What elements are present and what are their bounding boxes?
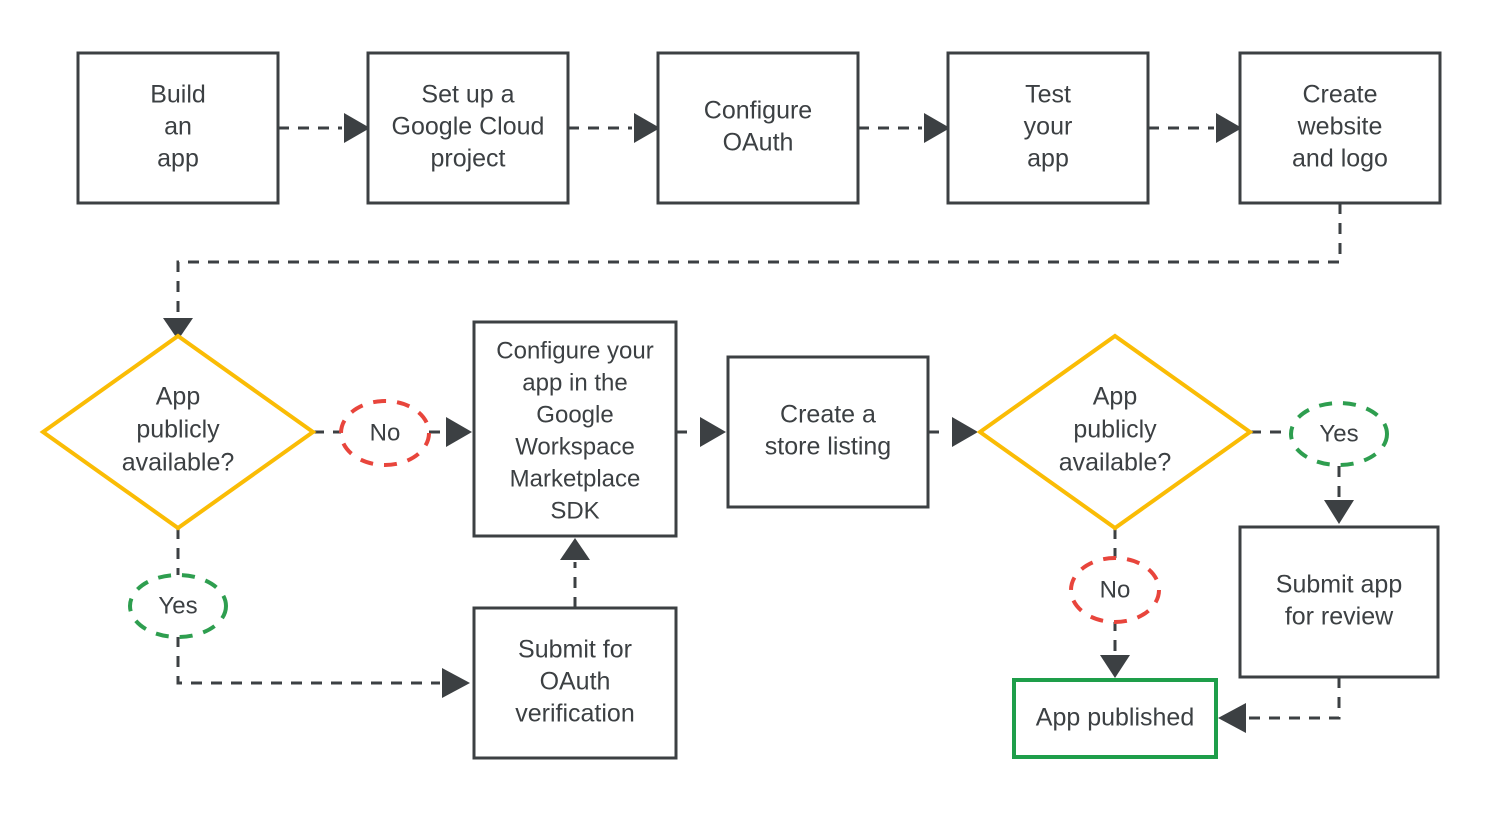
- node-sdk-config-line1: Configure your: [496, 337, 653, 364]
- edge-test-to-website: [1148, 113, 1242, 143]
- node-configure-oauth-line1: Configure: [704, 97, 812, 125]
- node-create-website-line3: and logo: [1292, 145, 1388, 173]
- edge-submit-review-to-published: [1218, 677, 1341, 733]
- node-test-app-line3: app: [1027, 145, 1069, 173]
- branch-label-right-no-text: No: [1100, 576, 1131, 603]
- node-decision-left[interactable]: App publicly available?: [39, 333, 317, 531]
- node-gcp-project-line3: project: [430, 145, 505, 173]
- node-decision-left-line3: available?: [122, 449, 235, 477]
- node-build-app-line2: an: [164, 113, 192, 141]
- node-gcp-project-line2: Google Cloud: [392, 113, 545, 141]
- node-decision-left-line1: App: [156, 383, 200, 411]
- edge-build-to-project: [278, 113, 370, 143]
- node-decision-right-line1: App: [1093, 383, 1137, 411]
- branch-label-left-yes-text: Yes: [158, 592, 197, 619]
- node-build-app-line3: app: [157, 145, 199, 173]
- node-store-listing-line2: store listing: [765, 433, 891, 461]
- edge-oauth-to-test: [858, 113, 950, 143]
- branch-label-left-yes: Yes: [128, 573, 228, 639]
- node-build-app-line1: Build: [150, 81, 206, 109]
- flowchart-canvas: Build an app Set up a Google Cloud proje…: [0, 0, 1494, 814]
- flowchart-svg: Build an app Set up a Google Cloud proje…: [39, 51, 1442, 760]
- node-decision-right[interactable]: App publicly available?: [976, 333, 1254, 531]
- node-oauth-verification-line2: OAuth: [540, 668, 611, 696]
- node-submit-review[interactable]: Submit app for review: [1238, 525, 1440, 679]
- node-decision-right-line3: available?: [1059, 449, 1172, 477]
- node-configure-oauth-line2: OAuth: [723, 129, 794, 157]
- branch-label-left-no: No: [339, 399, 431, 467]
- node-build-app[interactable]: Build an app: [76, 51, 280, 205]
- node-submit-review-line2: for review: [1285, 603, 1394, 631]
- node-store-listing[interactable]: Create a store listing: [726, 355, 930, 509]
- node-oauth-verification[interactable]: Submit for OAuth verification: [472, 606, 678, 760]
- node-sdk-config-line6: SDK: [550, 497, 599, 524]
- node-sdk-config-line3: Google: [536, 401, 613, 428]
- node-sdk-config-line2: app in the: [522, 369, 627, 396]
- node-configure-oauth[interactable]: Configure OAuth: [656, 51, 860, 205]
- node-decision-left-line2: publicly: [136, 416, 220, 444]
- edge-store-listing-to-decision-right: [928, 417, 978, 447]
- branch-label-left-no-text: No: [370, 419, 401, 446]
- branch-label-right-no: No: [1069, 556, 1161, 624]
- branch-label-right-yes: Yes: [1289, 401, 1389, 467]
- node-create-website-line2: website: [1297, 113, 1383, 141]
- node-store-listing-line1: Create a: [780, 401, 876, 429]
- branch-label-right-yes-text: Yes: [1319, 420, 1358, 447]
- node-oauth-verification-line1: Submit for: [518, 636, 632, 664]
- node-gcp-project-line1: Set up a: [421, 81, 514, 109]
- node-sdk-config-line4: Workspace: [515, 433, 635, 460]
- node-oauth-verification-line3: verification: [515, 700, 635, 728]
- edge-sdk-to-store-listing: [676, 417, 726, 447]
- node-test-app[interactable]: Test your app: [946, 51, 1150, 205]
- node-sdk-config-line5: Marketplace: [510, 465, 641, 492]
- node-app-published[interactable]: App published: [1012, 678, 1218, 759]
- node-test-app-line1: Test: [1025, 81, 1071, 109]
- edge-project-to-oauth: [568, 113, 660, 143]
- node-decision-right-line2: publicly: [1073, 416, 1157, 444]
- node-app-published-label: App published: [1036, 704, 1194, 732]
- edge-oauth-verification-to-sdk: [560, 538, 590, 608]
- node-create-website[interactable]: Create website and logo: [1238, 51, 1442, 205]
- node-test-app-line2: your: [1024, 113, 1073, 141]
- node-submit-review-line1: Submit app: [1276, 571, 1402, 599]
- nodes-layer: Build an app Set up a Google Cloud proje…: [39, 51, 1442, 760]
- edge-website-to-decision-left: [163, 203, 1342, 340]
- node-gcp-project[interactable]: Set up a Google Cloud project: [366, 51, 570, 205]
- node-sdk-config[interactable]: Configure your app in the Google Workspa…: [472, 320, 678, 538]
- node-create-website-line1: Create: [1302, 81, 1377, 109]
